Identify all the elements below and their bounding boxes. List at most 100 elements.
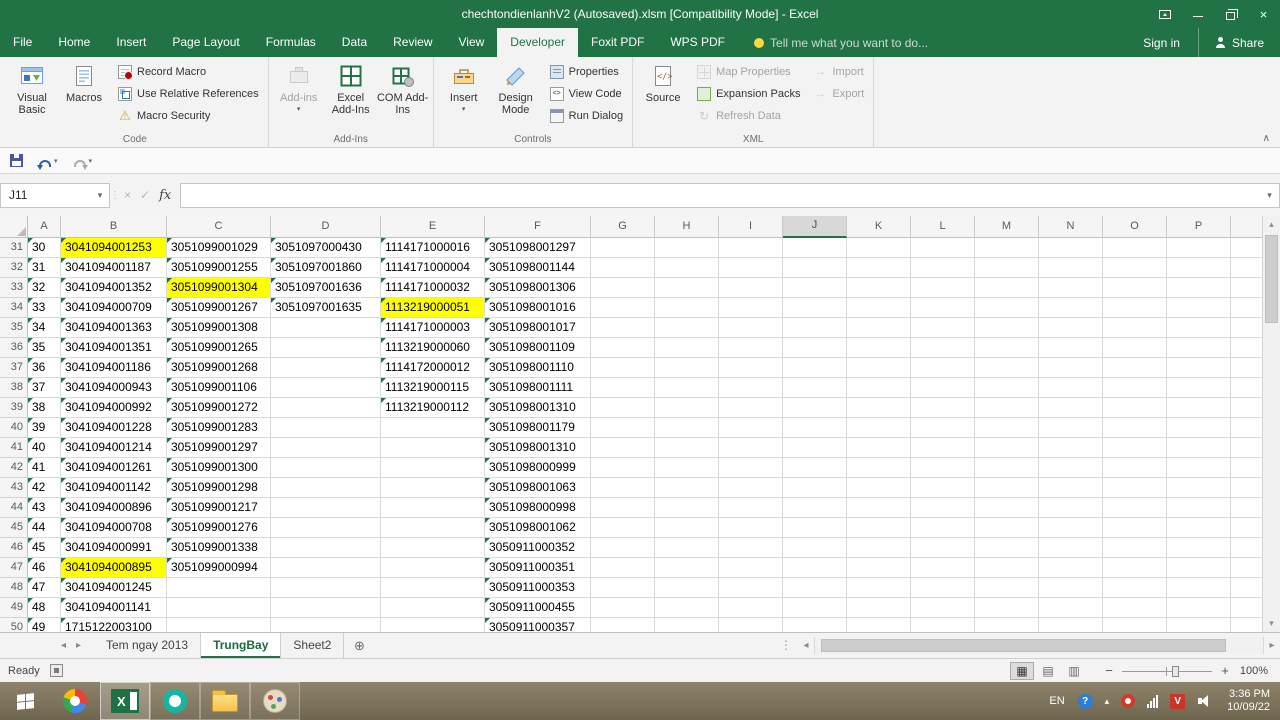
row-header-43[interactable]: 43: [0, 478, 28, 498]
tab-developer[interactable]: Developer: [497, 28, 578, 57]
tab-wps-pdf[interactable]: WPS PDF: [657, 28, 738, 57]
cell-F43[interactable]: 3051098001063: [485, 478, 591, 498]
row-header-49[interactable]: 49: [0, 598, 28, 618]
cell-K46[interactable]: [847, 538, 911, 558]
cell-O39[interactable]: [1103, 398, 1167, 418]
macro-record-button[interactable]: [50, 664, 63, 677]
taskbar-app-excel[interactable]: X: [100, 682, 150, 720]
cell-B33[interactable]: 3041094001352: [61, 278, 167, 298]
cell-M44[interactable]: [975, 498, 1039, 518]
row-header-50[interactable]: 50: [0, 618, 28, 632]
cell-C40[interactable]: 3051099001283: [167, 418, 271, 438]
clock[interactable]: 3:36 PM 10/09/22: [1227, 688, 1270, 714]
cell-D48[interactable]: [271, 578, 381, 598]
cell-K36[interactable]: [847, 338, 911, 358]
scroll-up-icon[interactable]: ▴: [1269, 216, 1274, 233]
cell-K40[interactable]: [847, 418, 911, 438]
cell-C32[interactable]: 3051099001255: [167, 258, 271, 278]
row-header-36[interactable]: 36: [0, 338, 28, 358]
cell-N40[interactable]: [1039, 418, 1103, 438]
cell-H42[interactable]: [655, 458, 719, 478]
taskbar-app-coccoc[interactable]: [150, 682, 200, 720]
name-box[interactable]: J11 ▾: [0, 183, 110, 208]
restore-button[interactable]: [1214, 0, 1247, 28]
row-header-31[interactable]: 31: [0, 238, 28, 258]
cell-I41[interactable]: [719, 438, 783, 458]
taskbar-app-browser[interactable]: [50, 682, 100, 720]
cell-O48[interactable]: [1103, 578, 1167, 598]
cell-K32[interactable]: [847, 258, 911, 278]
cell-A42[interactable]: 41: [28, 458, 61, 478]
com-addins-button[interactable]: COM Add-Ins: [377, 59, 429, 132]
cell-P38[interactable]: [1167, 378, 1231, 398]
cell-J42[interactable]: [783, 458, 847, 478]
cell-D47[interactable]: [271, 558, 381, 578]
row-header-32[interactable]: 32: [0, 258, 28, 278]
sheet-tab-tem-ngay-2013[interactable]: Tem ngay 2013: [94, 633, 201, 658]
new-sheet-button[interactable]: ⊕: [344, 633, 374, 658]
redo-dropdown-icon[interactable]: ▾: [89, 157, 93, 165]
cell-B37[interactable]: 3041094001186: [61, 358, 167, 378]
cell-N46[interactable]: [1039, 538, 1103, 558]
cell-J34[interactable]: [783, 298, 847, 318]
cell-N45[interactable]: [1039, 518, 1103, 538]
cell-H34[interactable]: [655, 298, 719, 318]
cell-E48[interactable]: [381, 578, 485, 598]
cell-I32[interactable]: [719, 258, 783, 278]
column-header-H[interactable]: H: [655, 216, 719, 238]
cell-J37[interactable]: [783, 358, 847, 378]
cell-F47[interactable]: 3050911000351: [485, 558, 591, 578]
cell-L37[interactable]: [911, 358, 975, 378]
cell-K49[interactable]: [847, 598, 911, 618]
cell-K38[interactable]: [847, 378, 911, 398]
row-header-37[interactable]: 37: [0, 358, 28, 378]
zoom-slider[interactable]: [1122, 663, 1212, 679]
sheet-nav-left-icon[interactable]: ◂: [56, 633, 71, 658]
cell-F37[interactable]: 3051098001110: [485, 358, 591, 378]
cell-P50[interactable]: [1167, 618, 1231, 632]
cell-C49[interactable]: [167, 598, 271, 618]
cell-P47[interactable]: [1167, 558, 1231, 578]
cell-A47[interactable]: 46: [28, 558, 61, 578]
cell-M34[interactable]: [975, 298, 1039, 318]
cell-K48[interactable]: [847, 578, 911, 598]
tab-view[interactable]: View: [446, 28, 498, 57]
taskbar-app-paint[interactable]: [250, 682, 300, 720]
cell-P46[interactable]: [1167, 538, 1231, 558]
cell-M39[interactable]: [975, 398, 1039, 418]
cell-B35[interactable]: 3041094001363: [61, 318, 167, 338]
column-header-I[interactable]: I: [719, 216, 783, 238]
hidden-icons-chevron[interactable]: ▴: [1105, 696, 1110, 707]
horizontal-scrollbar-thumb[interactable]: [821, 639, 1226, 652]
cell-D45[interactable]: [271, 518, 381, 538]
cell-E31[interactable]: 1114171000016: [381, 238, 485, 258]
cell-P44[interactable]: [1167, 498, 1231, 518]
cell-I48[interactable]: [719, 578, 783, 598]
cell-M42[interactable]: [975, 458, 1039, 478]
page-break-view-button[interactable]: ▥: [1062, 662, 1086, 680]
cell-N36[interactable]: [1039, 338, 1103, 358]
cell-J35[interactable]: [783, 318, 847, 338]
cell-M38[interactable]: [975, 378, 1039, 398]
formula-bar-expand-icon[interactable]: ▾: [1260, 183, 1280, 208]
collapse-ribbon-button[interactable]: ∧: [1263, 133, 1270, 144]
network-icon[interactable]: [1147, 695, 1158, 708]
cell-O35[interactable]: [1103, 318, 1167, 338]
cell-I33[interactable]: [719, 278, 783, 298]
zoom-slider-thumb[interactable]: [1172, 666, 1179, 677]
cell-M50[interactable]: [975, 618, 1039, 632]
column-header-O[interactable]: O: [1103, 216, 1167, 238]
cell-L38[interactable]: [911, 378, 975, 398]
column-header-A[interactable]: A: [28, 216, 61, 238]
cell-N48[interactable]: [1039, 578, 1103, 598]
cell-C46[interactable]: 3051099001338: [167, 538, 271, 558]
cell-G37[interactable]: [591, 358, 655, 378]
security-tray-icon[interactable]: [1121, 694, 1135, 708]
cell-A43[interactable]: 42: [28, 478, 61, 498]
cell-A46[interactable]: 45: [28, 538, 61, 558]
cell-E45[interactable]: [381, 518, 485, 538]
cell-C41[interactable]: 3051099001297: [167, 438, 271, 458]
row-header-46[interactable]: 46: [0, 538, 28, 558]
start-button[interactable]: [0, 682, 50, 720]
tab-file[interactable]: File: [0, 28, 45, 57]
